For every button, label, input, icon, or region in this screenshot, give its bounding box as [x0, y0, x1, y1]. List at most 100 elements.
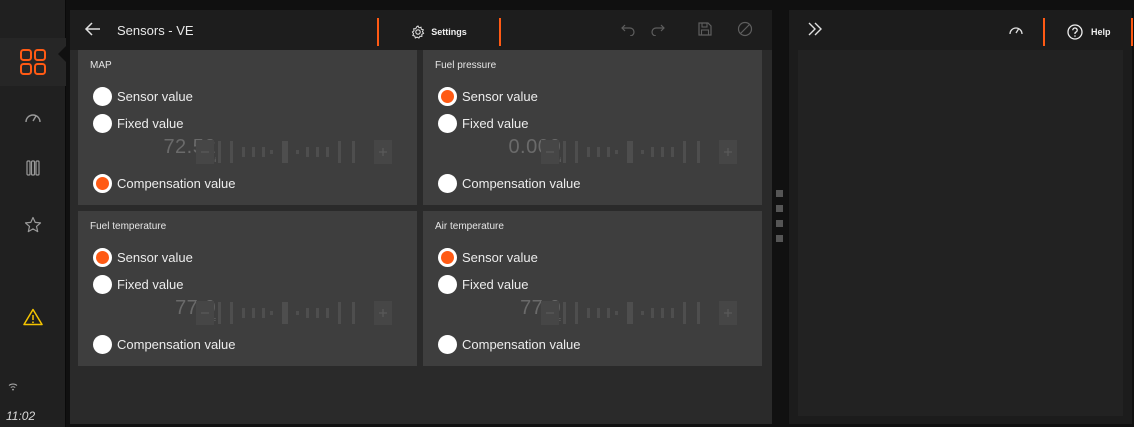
help-label: Help: [1091, 27, 1111, 37]
slider-tick: [697, 302, 700, 324]
slider-tick: [282, 141, 288, 163]
slider-tick: [352, 302, 355, 324]
slider-tick: [338, 302, 341, 324]
cancel-icon[interactable]: [737, 21, 753, 37]
slider-tick: [627, 141, 633, 163]
option-fixed[interactable]: Fixed value: [93, 273, 183, 295]
sidebar-item-gauges[interactable]: [0, 97, 66, 137]
option-sensor[interactable]: Sensor value: [438, 85, 538, 107]
option-compensation[interactable]: Compensation value: [93, 333, 236, 355]
radio-button[interactable]: [93, 173, 112, 193]
slider-tick: [597, 147, 600, 157]
option-compensation[interactable]: Compensation value: [438, 172, 581, 194]
slider-tick: [326, 308, 329, 318]
tab-settings[interactable]: Settings: [377, 18, 501, 46]
slider-tick: [338, 141, 341, 163]
slider-tick: [641, 150, 644, 154]
sidebar-item-favorites[interactable]: [0, 205, 66, 245]
sidebar-item-warnings[interactable]: [0, 297, 66, 337]
sidebar: 11:02: [0, 0, 66, 427]
back-arrow-icon[interactable]: [84, 21, 102, 37]
help-icon: [1067, 24, 1083, 40]
sidebar-item-dashboards[interactable]: [0, 42, 66, 82]
fixed-value-stepper: 77.0°F: [78, 297, 417, 329]
slider-tick: [661, 147, 664, 157]
divider-grip: [776, 190, 783, 197]
slider-tick: [587, 147, 590, 157]
sensor-card-title: Air temperature: [435, 221, 504, 232]
sensor-card: MAP Sensor value Fixed value Compensation v…: [78, 50, 417, 205]
radio-button[interactable]: [93, 86, 112, 106]
radio-button[interactable]: [93, 334, 112, 354]
redo-icon[interactable]: [650, 22, 666, 36]
divider-grip: [776, 220, 783, 227]
radio-button[interactable]: [93, 113, 112, 133]
option-compensation[interactable]: Compensation value: [438, 333, 581, 355]
slider-tick: [306, 308, 309, 318]
radio-button[interactable]: [93, 274, 112, 294]
wifi-icon: [8, 383, 18, 391]
columns-icon: [26, 160, 40, 176]
gauge-icon[interactable]: [1008, 24, 1024, 36]
option-label: Compensation value: [117, 336, 236, 352]
slider-tick: [683, 302, 686, 324]
slider-tick: [242, 308, 245, 318]
undo-icon[interactable]: [620, 22, 636, 36]
slider-tick: [651, 147, 654, 157]
radio-button[interactable]: [438, 173, 457, 193]
option-sensor[interactable]: Sensor value: [438, 246, 538, 268]
option-label: Sensor value: [462, 249, 538, 265]
star-icon: [24, 216, 42, 233]
slider-tick: [607, 308, 610, 318]
sensor-card-title: MAP: [90, 60, 112, 71]
expand-chevrons-icon[interactable]: [807, 22, 823, 36]
option-label: Fixed value: [462, 276, 529, 292]
radio-button[interactable]: [438, 274, 457, 294]
option-fixed[interactable]: Fixed value: [438, 112, 528, 134]
help-button[interactable]: Help: [1043, 18, 1133, 46]
slider-tick: [615, 311, 618, 315]
slider-tick: [242, 147, 245, 157]
slider-tick: [587, 308, 590, 318]
option-compensation[interactable]: Compensation value: [93, 172, 236, 194]
option-label: Sensor value: [462, 88, 538, 104]
help-content: [798, 50, 1123, 416]
panel-toolbar: Sensors - VE Settings: [70, 10, 772, 50]
slider-tick: [262, 308, 265, 318]
radio-button[interactable]: [438, 334, 457, 354]
slider-tick: [296, 150, 299, 154]
sidebar-item-columns[interactable]: [0, 148, 66, 188]
help-panel: Help: [789, 10, 1133, 424]
fixed-value-slider[interactable]: [196, 140, 392, 164]
divider-grip: [776, 235, 783, 242]
slider-tick: [316, 308, 319, 318]
option-fixed[interactable]: Fixed value: [438, 273, 528, 295]
option-sensor[interactable]: Sensor value: [93, 85, 193, 107]
warning-icon: [23, 308, 43, 326]
slider-tick: [306, 147, 309, 157]
fixed-value-slider[interactable]: [541, 140, 737, 164]
slider-tick: [597, 308, 600, 318]
save-icon[interactable]: [697, 21, 713, 37]
panel-divider[interactable]: [772, 10, 788, 424]
option-label: Fixed value: [117, 276, 184, 292]
slider-tick: [316, 147, 319, 157]
fixed-value-slider[interactable]: [541, 301, 737, 325]
fixed-value-slider[interactable]: [196, 301, 392, 325]
fixed-value-stepper: 77.0°F: [423, 297, 762, 329]
option-sensor[interactable]: Sensor value: [93, 246, 193, 268]
radio-button[interactable]: [93, 247, 112, 267]
option-label: Compensation value: [462, 336, 581, 352]
grid-icon: [20, 49, 46, 75]
radio-button[interactable]: [438, 247, 457, 267]
slider-tick: [270, 150, 273, 154]
radio-button[interactable]: [438, 113, 457, 133]
option-fixed[interactable]: Fixed value: [93, 112, 183, 134]
sensor-card-title: Fuel temperature: [90, 221, 167, 232]
sensor-card: Air temperature Sensor value Fixed value Co…: [423, 211, 762, 366]
slider-tick: [651, 308, 654, 318]
radio-button[interactable]: [438, 86, 457, 106]
slider-tick: [671, 147, 674, 157]
slider-tick: [252, 147, 255, 157]
slider-tick: [607, 147, 610, 157]
